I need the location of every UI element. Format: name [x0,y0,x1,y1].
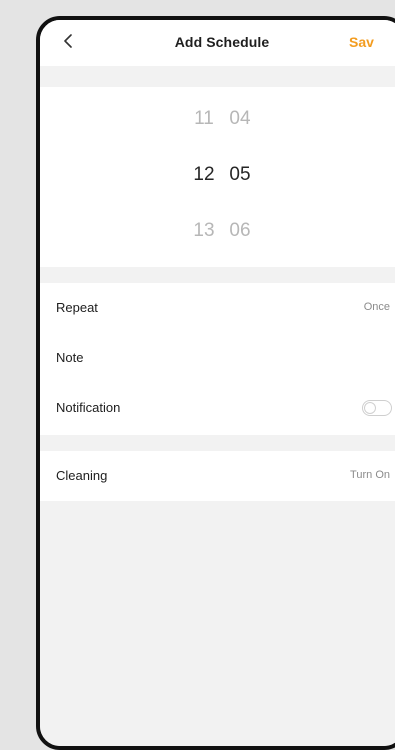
repeat-value: Once [363,301,390,313]
hour-value-next[interactable]: 13 [190,220,218,242]
time-picker-row-selected[interactable]: 12 05 [40,164,395,186]
toggle-knob [364,402,376,414]
section-spacer-1 [40,267,395,283]
cleaning-settings-group: Cleaning Turn On [40,451,395,501]
page-title: Add Schedule [174,34,270,50]
top-app-bar: Add Schedule Sav [40,20,395,66]
time-picker-row-next[interactable]: 13 06 [40,220,395,242]
cleaning-value: Turn On [350,469,390,481]
schedule-settings-group: Repeat Once Note Notification [40,283,395,435]
notification-row: Notification [40,383,395,435]
notification-label: Notification [56,400,121,415]
hour-value-selected[interactable]: 12 [190,164,218,186]
minute-value-next[interactable]: 06 [226,220,254,242]
app-screen: Add Schedule Sav 11 04 12 05 13 06 Repea… [40,20,395,746]
save-button[interactable]: Sav [349,34,374,50]
time-picker[interactable]: 11 04 12 05 13 06 [40,87,395,267]
notification-toggle[interactable] [362,400,392,416]
hour-value-previous[interactable]: 11 [190,108,218,130]
cleaning-label: Cleaning [56,468,108,483]
time-picker-row-previous[interactable]: 11 04 [40,108,395,130]
header-spacer [40,66,395,87]
note-label: Note [56,350,84,365]
repeat-row[interactable]: Repeat Once [40,283,395,335]
minute-value-selected[interactable]: 05 [226,164,254,186]
cleaning-row[interactable]: Cleaning Turn On [40,451,395,503]
repeat-label: Repeat [56,300,98,315]
note-row[interactable]: Note [40,333,395,385]
section-spacer-2 [40,435,395,451]
phone-frame: Add Schedule Sav 11 04 12 05 13 06 Repea… [36,16,395,750]
minute-value-previous[interactable]: 04 [226,108,254,130]
